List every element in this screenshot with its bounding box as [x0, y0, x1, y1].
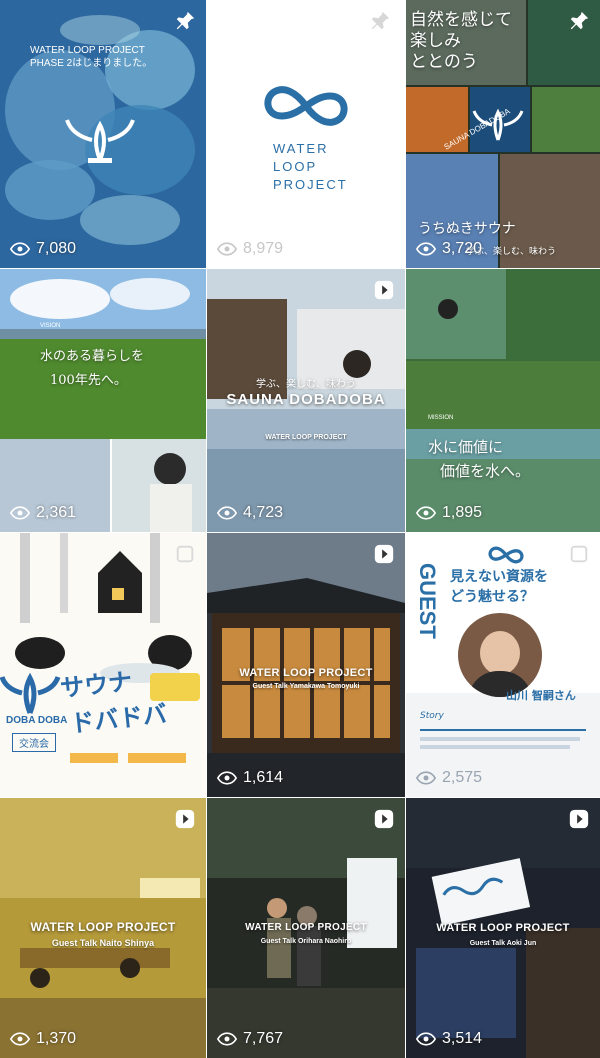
tile-subtitle: Guest Talk Yamakawa Tomoyuki: [252, 683, 360, 690]
tile-caption: MISSION: [428, 415, 454, 421]
tile-caption: WATER LOOP PROJECT: [30, 45, 145, 56]
infinity-logo: [488, 546, 524, 564]
logo-text: PROJECT: [273, 177, 348, 192]
tile-image: [0, 269, 206, 532]
tile-subtitle: Guest Talk Aoki Jun: [469, 940, 537, 947]
tile-title: どう魅せる？: [450, 589, 534, 605]
tile-caption: PHASE 2はじまりました。: [30, 58, 153, 69]
logo-text: LOOP: [273, 159, 318, 174]
view-count: 3,514: [416, 1030, 482, 1048]
view-count: 3,720: [416, 240, 482, 258]
carousel-icon: [570, 545, 588, 563]
play-icon: [374, 280, 394, 300]
post-tile[interactable]: VISION 水のある暮らしを 100年先へ。 2,361: [0, 269, 206, 532]
tile-caption: 水に価値に: [428, 438, 504, 456]
story-label: Story: [420, 711, 444, 721]
view-count: 1,614: [217, 769, 283, 787]
tile-title: WATER LOOP PROJECT: [245, 922, 367, 933]
post-tile[interactable]: WATER LOOP PROJECT PHASE 2はじまりました。 7,080: [0, 0, 206, 268]
guest-label: GUEST: [415, 563, 440, 639]
post-tile[interactable]: SAUNA DOBADOBA 自然を感じて 楽しみ ととのう うちぬきサウナ 学…: [406, 0, 600, 268]
infinity-logo: [264, 86, 348, 126]
logo-text: WATER: [273, 141, 329, 156]
tile-caption: ととのう: [410, 52, 478, 72]
post-tile[interactable]: WATER LOOP PROJECT Guest Talk Naito Shin…: [0, 798, 206, 1058]
tile-caption: 価値を水へ。: [440, 462, 531, 480]
view-count: 8,979: [217, 240, 283, 258]
eye-icon: [416, 242, 436, 256]
eye-icon: [217, 506, 237, 520]
eye-icon: [217, 242, 237, 256]
eye-icon: [217, 771, 237, 785]
view-count: 1,895: [416, 504, 482, 522]
view-count: 1,370: [10, 1030, 76, 1048]
post-tile[interactable]: WATER LOOP PROJECT 8,979: [207, 0, 405, 268]
eye-icon: [217, 1032, 237, 1046]
carousel-icon: [176, 545, 194, 563]
eye-icon: [416, 1032, 436, 1046]
tile-subtitle: Guest Talk Naito Shinya: [51, 938, 155, 948]
play-icon: [175, 809, 195, 829]
tile-title: SAUNA DOBADOBA: [226, 391, 386, 408]
post-tile[interactable]: WATER LOOP PROJECT Guest Talk Aoki Jun 3…: [406, 798, 600, 1058]
tile-title: サウナ: [58, 667, 134, 703]
post-tile[interactable]: WATER LOOP PROJECT Guest Talk Yamakawa T…: [207, 533, 405, 797]
tile-subtitle: Guest Talk Orihara Naohiro: [260, 938, 352, 945]
tile-caption: 学ぶ、楽しむ、味わう: [256, 379, 356, 390]
tile-caption: 自然を感じて: [410, 10, 512, 30]
tile-caption: 100年先へ。: [50, 373, 127, 388]
view-count: 2,575: [416, 769, 482, 787]
tile-title: WATER LOOP PROJECT: [239, 667, 373, 679]
pin-icon: [570, 11, 589, 30]
tile-image: [0, 0, 206, 268]
tile-caption: VISION: [40, 323, 61, 329]
guest-photo: [458, 613, 542, 697]
eye-icon: [10, 1032, 30, 1046]
post-tile[interactable]: MISSION 水に価値に 価値を水へ。 1,895: [406, 269, 600, 532]
tile-title: WATER LOOP PROJECT: [436, 922, 570, 934]
view-count: 4,723: [217, 504, 283, 522]
tile-caption: うちぬきサウナ: [418, 221, 516, 237]
post-tile[interactable]: DOBA DOBA 交流会 サウナ ドバドバ: [0, 533, 206, 797]
play-icon: [569, 809, 589, 829]
eye-icon: [10, 506, 30, 520]
eye-icon: [416, 506, 436, 520]
tile-caption: DOBA DOBA: [6, 715, 68, 726]
tile-subtitle: WATER LOOP PROJECT: [265, 434, 347, 441]
eye-icon: [10, 242, 30, 256]
tile-title: WATER LOOP PROJECT: [30, 920, 176, 934]
post-tile[interactable]: GUEST 見えない資源を どう魅せる？ 山川 智嗣さん Story 2,575: [406, 533, 600, 797]
pin-icon: [371, 11, 390, 30]
eye-icon: [416, 771, 436, 785]
guest-name: 山川 智嗣さん: [506, 689, 576, 702]
view-count: 7,767: [217, 1030, 283, 1048]
post-tile[interactable]: WATER LOOP PROJECT Guest Talk Orihara Na…: [207, 798, 405, 1058]
tile-title: 見えない資源を: [450, 569, 548, 585]
view-count: 2,361: [10, 504, 76, 522]
tile-image: [406, 269, 600, 532]
play-icon: [374, 544, 394, 564]
tile-caption: 交流会: [12, 733, 56, 752]
pin-icon: [176, 11, 195, 30]
post-tile[interactable]: 学ぶ、楽しむ、味わう SAUNA DOBADOBA WATER LOOP PRO…: [207, 269, 405, 532]
tile-caption: 水のある暮らしを: [40, 349, 145, 364]
play-icon: [374, 809, 394, 829]
tile-image: [207, 533, 405, 797]
tile-caption: 楽しみ: [410, 31, 461, 51]
view-count: 7,080: [10, 240, 76, 258]
post-grid: WATER LOOP PROJECT PHASE 2はじまりました。 7,080…: [0, 0, 600, 1058]
